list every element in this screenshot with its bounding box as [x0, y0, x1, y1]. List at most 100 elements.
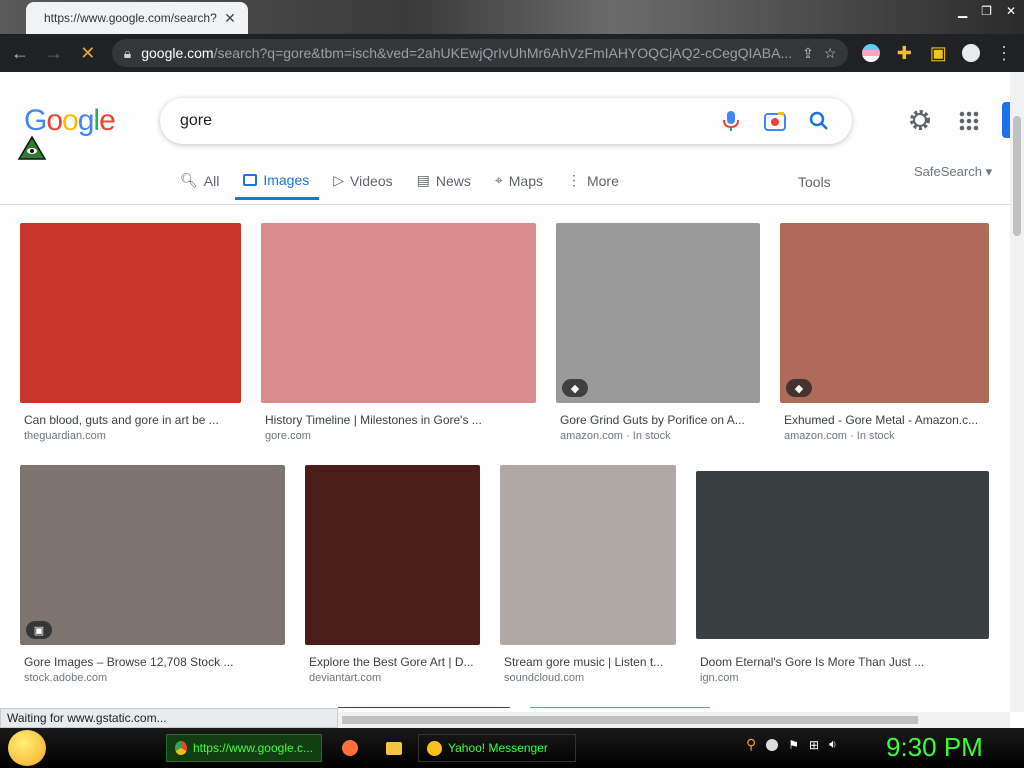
scrollbar-thumb[interactable] — [1013, 116, 1021, 236]
lock-icon[interactable]: 🔒︎ — [124, 45, 131, 62]
taskbar-firefox-item[interactable] — [334, 734, 366, 762]
browser-tab[interactable]: https://www.google.com/search? ✕ — [26, 2, 248, 34]
vertical-scrollbar[interactable] — [1010, 72, 1024, 712]
horizontal-scrollbar[interactable] — [338, 712, 1010, 728]
browser-titlebar: https://www.google.com/search? ✕ ▁ ❐ ✕ — [0, 0, 1024, 34]
image-result[interactable]: Explore the Best Gore Art | D... deviant… — [305, 465, 480, 695]
taskbar-messenger-label: Yahoo! Messenger — [448, 741, 548, 755]
result-source: theguardian.com — [24, 430, 106, 442]
taskbar-browser-item[interactable]: https://www.google.c... — [166, 734, 322, 762]
address-bar[interactable]: 🔒︎ google.com/search?q=gore&tbm=isch&ved… — [111, 39, 849, 67]
safesearch-dropdown[interactable]: SafeSearch ▾ — [914, 164, 992, 180]
camera-lens-icon[interactable] — [762, 108, 788, 134]
image-icon — [243, 174, 258, 186]
network-icon[interactable]: ⊞ — [809, 738, 819, 752]
result-title[interactable]: Explore the Best Gore Art | D... — [309, 655, 479, 669]
image-result-partial[interactable] — [530, 707, 710, 708]
search-box[interactable]: gore — [160, 98, 852, 144]
firefox-icon — [342, 740, 358, 756]
taskbar-browser-label: https://www.google.c... — [192, 741, 313, 755]
image-result-partial[interactable] — [338, 707, 510, 708]
newspaper-icon: ▤ — [416, 172, 430, 188]
window-controls: ▁ ❐ ✕ — [958, 4, 1016, 18]
result-source: soundcloud.com — [504, 672, 585, 684]
taskbar: https://www.google.c... Yahoo! Messenger… — [0, 728, 1024, 768]
tab-news[interactable]: ▤ News — [409, 168, 481, 201]
result-title[interactable]: Doom Eternal's Gore Is More Than Just ..… — [700, 655, 988, 669]
result-thumbnail[interactable] — [261, 223, 536, 403]
result-source-domain: amazon.com — [784, 430, 847, 442]
result-stock-status: In stock — [856, 430, 895, 442]
result-source: amazon.com · In stock — [784, 430, 895, 442]
result-thumbnail[interactable] — [20, 223, 241, 403]
close-icon[interactable]: ✕ — [222, 10, 238, 27]
sign-in-button[interactable] — [1002, 102, 1010, 138]
result-thumbnail[interactable]: ◆ — [780, 223, 989, 403]
scrollbar-thumb[interactable] — [342, 716, 918, 724]
share-icon[interactable]: ⇪ — [802, 45, 814, 62]
browser-menu-icon[interactable]: ⋮ — [994, 43, 1014, 64]
window-close-icon[interactable]: ✕ — [1006, 4, 1016, 18]
forward-arrow-icon[interactable]: → — [44, 43, 64, 64]
minus-circle-icon[interactable] — [766, 738, 779, 751]
gear-icon[interactable] — [908, 108, 932, 132]
microphone-icon[interactable] — [718, 108, 744, 134]
result-title[interactable]: Stream gore music | Listen t... — [504, 655, 676, 669]
search-icon[interactable] — [806, 108, 832, 134]
result-thumbnail[interactable] — [696, 471, 989, 639]
tab-videos[interactable]: ▷ Videos — [325, 168, 402, 201]
result-title[interactable]: Can blood, guts and gore in art be ... — [24, 413, 239, 427]
restore-icon[interactable]: ❐ — [981, 4, 992, 18]
flag-icon[interactable]: ⚑ — [788, 738, 799, 752]
tab-all[interactable]: 🔍︎ All — [172, 168, 229, 201]
address-url[interactable]: google.com/search?q=gore&tbm=isch&ved=2a… — [141, 45, 792, 61]
apps-grid-icon[interactable] — [958, 110, 980, 132]
result-thumbnail[interactable]: ◆ — [556, 223, 760, 403]
url-host: google.com — [141, 45, 214, 61]
result-source-domain: amazon.com — [560, 430, 623, 442]
start-smiley-icon[interactable] — [8, 730, 46, 766]
result-title[interactable]: Gore Grind Guts by Porifice on A... — [560, 413, 758, 427]
result-thumbnail[interactable]: ▣ — [20, 465, 285, 645]
result-thumbnail[interactable] — [305, 465, 480, 645]
google-logo[interactable]: Google — [24, 104, 116, 138]
search-input[interactable]: gore — [180, 112, 700, 130]
taskbar-clock[interactable]: 9:30 PM — [886, 732, 983, 763]
dropdown-arrow-icon: ▾ — [985, 164, 993, 179]
image-result[interactable]: ◆ Gore Grind Guts by Porifice on A... am… — [556, 223, 760, 453]
result-title[interactable]: Gore Images – Browse 12,708 Stock ... — [24, 655, 284, 669]
image-result[interactable]: Stream gore music | Listen t... soundclo… — [500, 465, 676, 695]
stop-loading-icon[interactable]: ✕ — [78, 43, 98, 64]
extensions-puzzle-icon[interactable]: ✚ — [894, 43, 914, 64]
image-icon: ▣ — [26, 621, 52, 639]
tools-button[interactable]: Tools — [798, 174, 831, 190]
chrome-icon — [175, 741, 187, 755]
taskbar-messenger-item[interactable]: Yahoo! Messenger — [418, 734, 576, 762]
volume-icon[interactable]: 🔉︎ — [829, 737, 837, 752]
result-source: deviantart.com — [309, 672, 382, 684]
side-panel-icon[interactable]: ▣ — [928, 43, 948, 64]
google-header: Google gore 🔍︎ All Images ▷ Videos ▤ News — [0, 72, 1010, 205]
profile-flag-icon[interactable] — [862, 44, 881, 62]
result-thumbnail[interactable] — [500, 465, 676, 645]
image-result[interactable]: ◆ Exhumed - Gore Metal - Amazon.c... ama… — [780, 223, 989, 453]
result-title[interactable]: History Timeline | Milestones in Gore's … — [265, 413, 535, 427]
system-tray: ⚲ ⚑ ⊞ 🔉︎ — [746, 736, 837, 753]
image-result[interactable]: Doom Eternal's Gore Is More Than Just ..… — [696, 471, 989, 695]
image-result[interactable]: ▣ Gore Images – Browse 12,708 Stock ... … — [20, 465, 285, 695]
bookmark-star-icon[interactable]: ☆ — [824, 45, 837, 62]
avatar[interactable] — [962, 44, 981, 62]
search-small-icon: 🔍︎ — [180, 172, 198, 188]
more-vert-icon: ⋮ — [566, 172, 581, 188]
image-result[interactable]: History Timeline | Milestones in Gore's … — [261, 223, 536, 453]
back-arrow-icon[interactable]: ← — [10, 43, 30, 64]
search-icon[interactable]: ⚲ — [746, 736, 756, 753]
tab-more[interactable]: ⋮ More — [559, 168, 629, 201]
taskbar-folder-item[interactable] — [378, 734, 410, 762]
image-result[interactable]: Can blood, guts and gore in art be ... t… — [20, 223, 241, 453]
tab-maps[interactable]: ⌖ Maps — [487, 168, 553, 201]
minimize-icon[interactable]: ▁ — [958, 4, 967, 18]
tab-more-label: More — [586, 172, 619, 189]
tab-images[interactable]: Images — [235, 168, 320, 200]
result-title[interactable]: Exhumed - Gore Metal - Amazon.c... — [784, 413, 988, 427]
